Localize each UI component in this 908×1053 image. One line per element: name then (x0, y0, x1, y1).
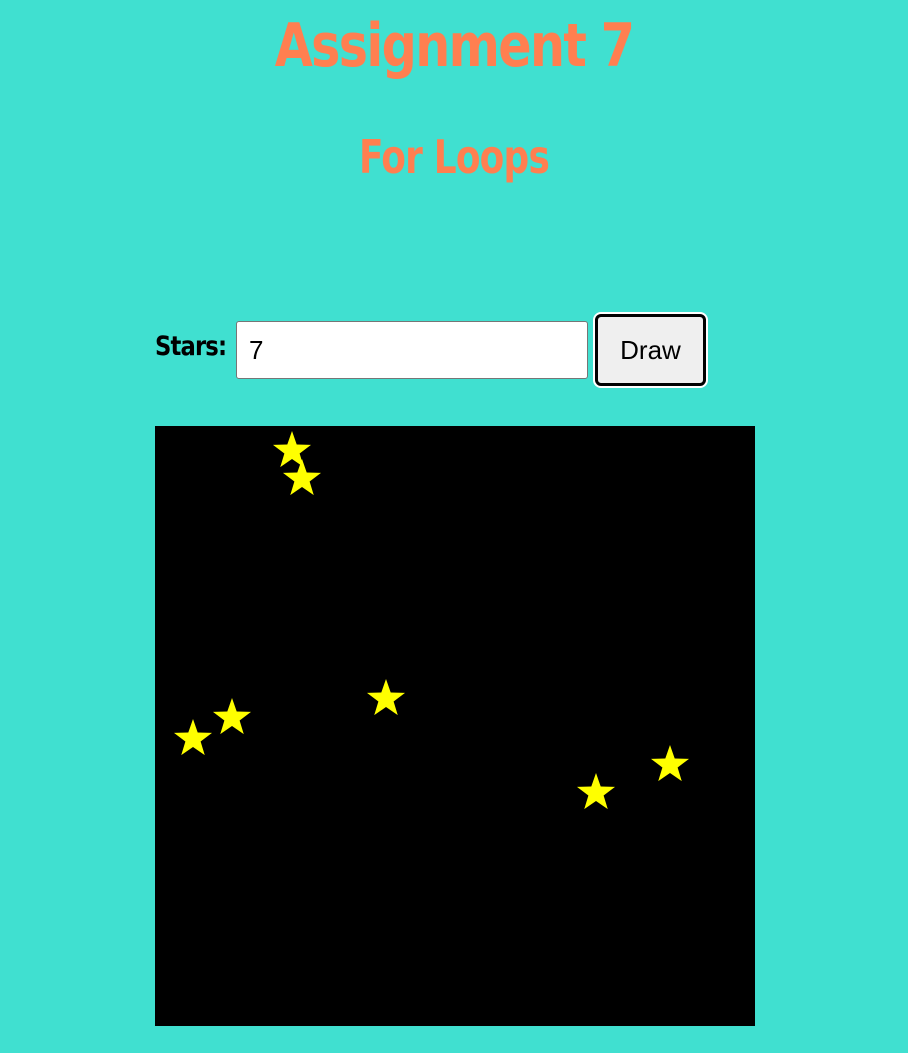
stars-label: Stars: (155, 331, 227, 362)
star-canvas-drawing (173, 431, 690, 810)
star-icon (212, 698, 252, 735)
stars-input[interactable] (236, 321, 588, 379)
page-subtitle: For Loops (358, 130, 550, 184)
page-title: Assignment 7 (274, 11, 635, 81)
draw-button[interactable]: Draw (595, 314, 706, 386)
star-icon (576, 773, 616, 810)
star-icon (173, 719, 213, 756)
star-canvas (155, 426, 755, 1026)
star-icon (282, 459, 322, 496)
star-icon (272, 431, 312, 468)
star-icon (650, 745, 690, 782)
star-icon (366, 679, 406, 716)
